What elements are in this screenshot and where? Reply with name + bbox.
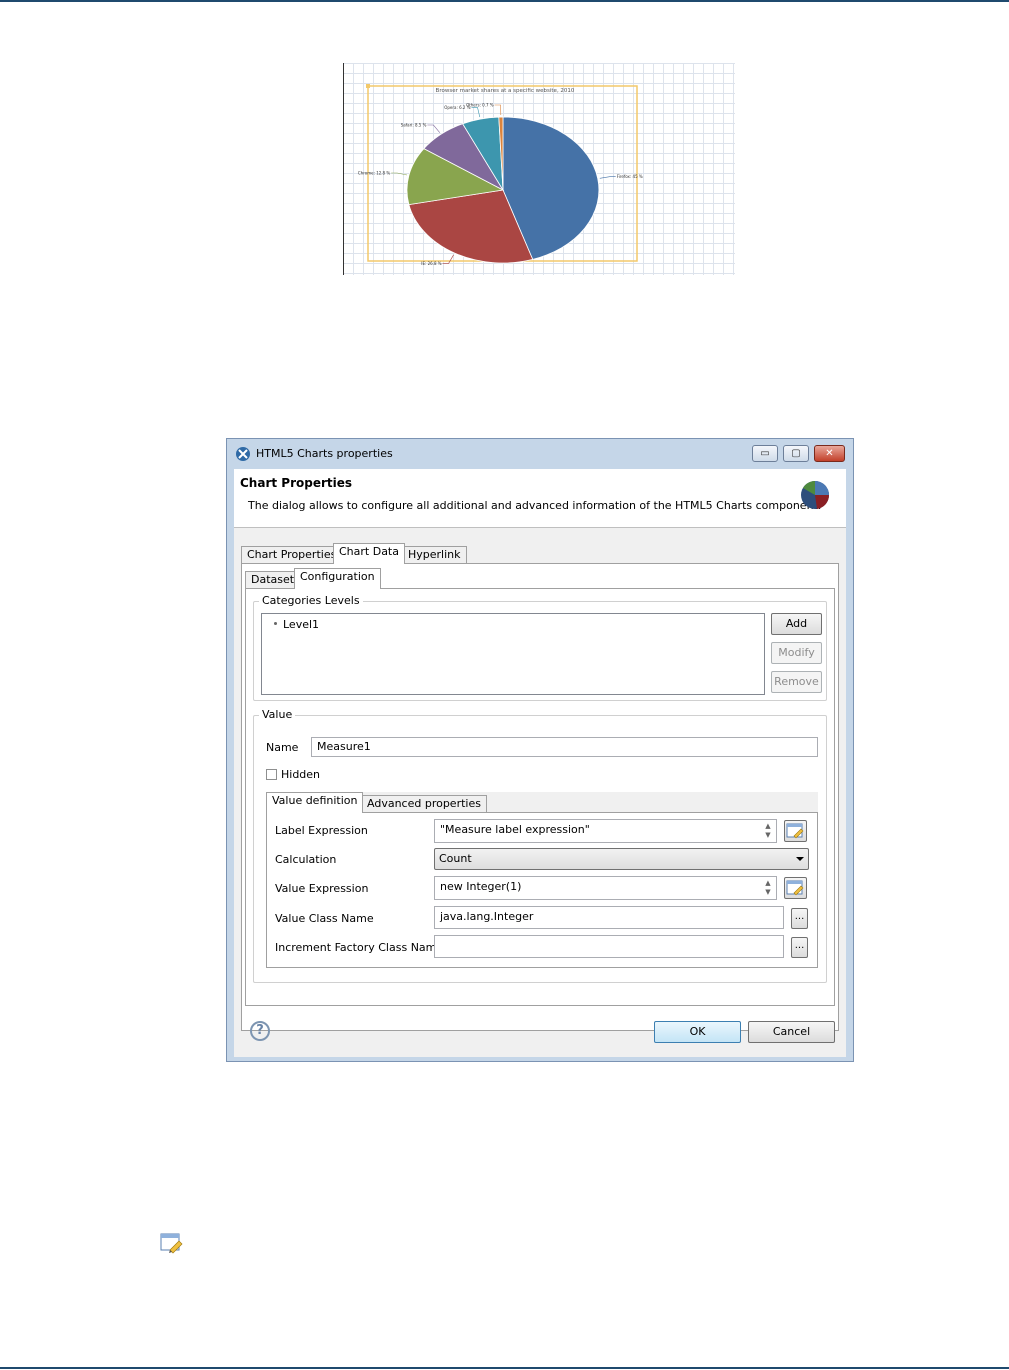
categories-levels-group: Categories Levels Level1 Add Modify Remo… [253, 594, 827, 701]
calculation-select[interactable]: Count [434, 848, 809, 870]
pie-label-connector [427, 124, 441, 133]
tab-chart-properties[interactable]: Chart Properties [241, 546, 343, 564]
increment-factory-browse-button[interactable]: ... [791, 937, 808, 958]
name-field[interactable]: Measure1 [311, 737, 818, 757]
spin-arrows-icon[interactable]: ▲ ▼ [762, 822, 774, 840]
bullet-icon [274, 621, 277, 625]
tab-chart-data[interactable]: Chart Data [333, 543, 405, 564]
chart-preview-image: Browser market shares at a specific webs… [343, 63, 735, 275]
increment-factory-label: Increment Factory Class Name [275, 941, 444, 954]
edit-expression-icon [786, 880, 804, 896]
label-expression-field[interactable]: "Measure label expression" ▲ ▼ [434, 819, 777, 843]
category-level-label: Level1 [283, 618, 320, 631]
name-label: Name [266, 741, 299, 754]
dialog-body: Chart Properties The dialog allows to co… [234, 469, 846, 1057]
tab-value-definition[interactable]: Value definition [266, 792, 364, 813]
help-icon[interactable]: ? [250, 1021, 270, 1041]
dialog-titlebar: HTML5 Charts properties ▭ ▢ ✕ [227, 439, 853, 469]
subtab-dataset[interactable]: Dataset [245, 571, 301, 589]
pie-chart-icon [801, 481, 830, 509]
close-button[interactable]: ✕ [814, 445, 845, 462]
label-expression-label: Label Expression [275, 824, 368, 837]
pie-label-connector [391, 172, 408, 176]
pie-data-label: IE: 26.8 % [421, 261, 442, 266]
edit-expression-icon [786, 823, 804, 839]
modify-button[interactable]: Modify [771, 642, 822, 664]
page-top-rule [0, 0, 1009, 2]
chart-title: Browser market shares at a specific webs… [436, 88, 575, 94]
calculation-label: Calculation [275, 853, 337, 866]
calculation-value: Count [439, 852, 472, 865]
value-definition-panel: Label Expression "Measure label expressi… [266, 812, 818, 968]
pie-chart: Browser market shares at a specific webs… [358, 84, 643, 266]
dialog-title: HTML5 Charts properties [256, 447, 393, 460]
value-expression-label: Value Expression [275, 882, 369, 895]
chart-frame-handle [366, 84, 370, 88]
expression-editor-button[interactable] [784, 820, 807, 842]
pie-label-connector [494, 104, 502, 116]
subtab-configuration[interactable]: Configuration [294, 568, 381, 589]
header-heading: Chart Properties [240, 476, 353, 490]
value-group-label: Value [259, 708, 296, 721]
chevron-down-icon [796, 857, 804, 861]
header-description: The dialog allows to configure all addit… [248, 499, 822, 512]
pie-data-label: Firefox: 45 % [617, 174, 643, 179]
pie-label-connector [599, 176, 616, 179]
configuration-panel: Categories Levels Level1 Add Modify Remo… [245, 588, 835, 1006]
value-expression-value: new Integer(1) [440, 880, 522, 893]
add-button[interactable]: Add [771, 613, 822, 635]
dialog-header: Chart Properties The dialog allows to co… [234, 469, 846, 528]
html5-charts-properties-dialog: HTML5 Charts properties ▭ ▢ ✕ Chart Prop… [226, 438, 854, 1062]
hidden-label: Hidden [281, 768, 321, 781]
minimize-button[interactable]: ▭ [752, 445, 778, 462]
increment-factory-field[interactable] [434, 935, 784, 958]
spin-arrows-icon[interactable]: ▲ ▼ [762, 879, 774, 897]
categories-list[interactable]: Level1 [261, 613, 765, 695]
tab-hyperlink[interactable]: Hyperlink [402, 546, 467, 564]
pie-label-connector [471, 107, 481, 118]
remove-button[interactable]: Remove [771, 671, 822, 693]
expression-editor-icon [160, 1233, 183, 1254]
value-expression-editor-button[interactable] [784, 877, 807, 899]
value-class-browse-button[interactable]: ... [791, 908, 808, 929]
categories-levels-label: Categories Levels [259, 594, 363, 607]
value-group: Value Name Measure1 Hidden Value definit… [253, 708, 827, 983]
tab-advanced-properties[interactable]: Advanced properties [361, 795, 487, 813]
value-expression-field[interactable]: new Integer(1) ▲ ▼ [434, 876, 777, 900]
value-class-name-field[interactable]: java.lang.Integer [434, 906, 784, 929]
ok-button[interactable]: OK [654, 1021, 741, 1043]
jaspersoft-app-icon [236, 447, 250, 461]
pie-label-connector [442, 254, 454, 264]
pie-data-label: Chrome: 12.8 % [358, 171, 390, 176]
page-bottom-rule [0, 1367, 1009, 1369]
value-class-name-label: Value Class Name [275, 912, 374, 925]
list-item[interactable]: Level1 [274, 618, 319, 631]
label-expression-value: "Measure label expression" [440, 823, 590, 836]
cancel-button[interactable]: Cancel [748, 1021, 835, 1043]
hidden-checkbox[interactable] [266, 769, 277, 780]
pie-data-label: Others: 0.7 % [466, 103, 494, 108]
pie-data-label: Safari: 8.5 % [401, 123, 427, 128]
maximize-button[interactable]: ▢ [783, 445, 809, 462]
chart-data-panel: Dataset Configuration Categories Levels … [241, 563, 839, 1031]
